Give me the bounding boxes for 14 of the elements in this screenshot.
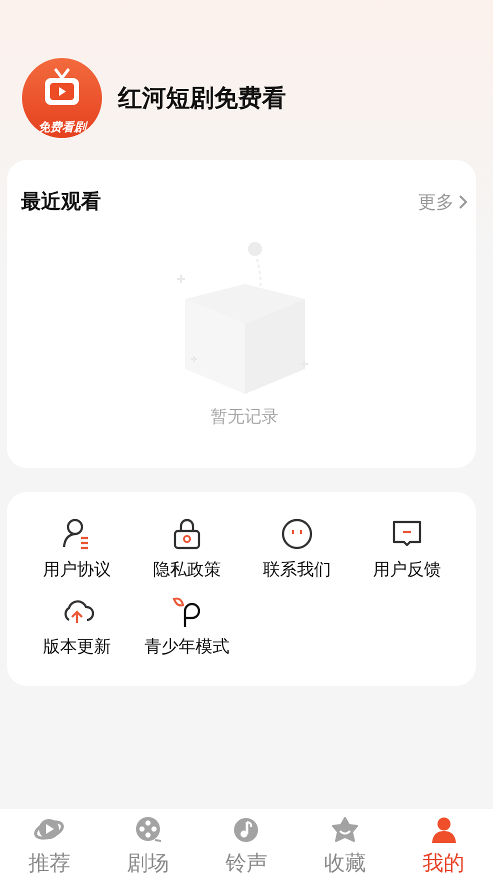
- app-title: 红河短剧免费看: [118, 83, 286, 114]
- empty-message: 暂无记录: [210, 406, 280, 428]
- menu-item[interactable]: 版本更新: [29, 593, 125, 658]
- section-title: 最近观看: [21, 188, 101, 215]
- chevron-right-icon: [458, 194, 468, 210]
- tab[interactable]: 我的: [394, 815, 493, 889]
- menu-item[interactable]: 隐私政策: [139, 516, 235, 581]
- face-icon: [280, 516, 314, 552]
- menu-item[interactable]: 联系我们: [249, 516, 345, 581]
- smiling-star-icon: [330, 815, 360, 845]
- menu-item[interactable]: 用户协议: [29, 516, 125, 581]
- menu-item[interactable]: 用户反馈: [359, 516, 455, 581]
- menu-item[interactable]: 青少年模式: [139, 593, 235, 658]
- logo-text: 免费看剧: [37, 119, 89, 136]
